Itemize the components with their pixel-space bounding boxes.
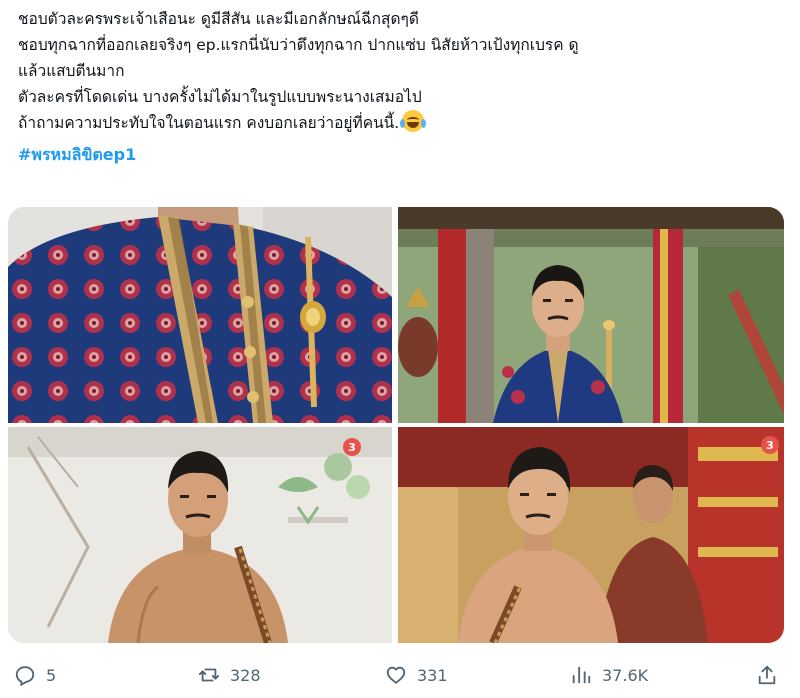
repost-button[interactable]: 328: [198, 661, 261, 689]
reply-icon: [15, 666, 35, 686]
hashtag-link[interactable]: #พรหมลิขิตep1: [18, 142, 788, 168]
tear-right-icon: [421, 119, 427, 128]
media-image-4[interactable]: 3: [398, 427, 784, 643]
shirtless-man-palace-image: 3: [398, 427, 784, 643]
views-button[interactable]: 37.6K: [570, 661, 648, 689]
tweet-text: ชอบตัวละครพระเจ้าเสือนะ ดูมีสีสัน และมีเ…: [18, 6, 788, 168]
tweet-line-1: ชอบตัวละครพระเจ้าเสือนะ ดูมีสีสัน และมีเ…: [18, 10, 419, 28]
shirtless-man-room-image: 3: [8, 427, 392, 643]
share-icon: [758, 665, 776, 685]
tweet: ชอบตัวละครพระเจ้าเสือนะ ดูมีสีสัน และมีเ…: [0, 0, 800, 698]
channel-3-logo: 3: [348, 441, 356, 454]
like-button[interactable]: 331: [385, 661, 448, 689]
channel-3-logo: 3: [766, 439, 774, 452]
tweet-actions: 5 328 331 37.6K: [0, 655, 800, 695]
media-image-3[interactable]: 3: [8, 427, 392, 643]
palanquin-scene-image: [398, 207, 784, 423]
tweet-line-3: แล้วแสบตีนมาก: [18, 62, 125, 80]
tweet-line-4: ตัวละครที่โดดเด่น บางครั้งไม่ได้มาในรูปแ…: [18, 88, 422, 106]
reply-button[interactable]: 5: [14, 661, 56, 689]
tweet-line-5: ถ้าถามความประทับใจในตอนแรก คงบอกเลยว่าอย…: [18, 110, 788, 136]
views-chart-icon: [572, 666, 591, 684]
media-grid: 3 3: [8, 207, 784, 643]
costume-closeup-image: [8, 207, 392, 423]
media-image-1[interactable]: [8, 207, 392, 423]
laughing-tears-emoji-icon: [400, 110, 427, 132]
heart-icon: [386, 666, 406, 684]
share-button[interactable]: [756, 661, 778, 689]
reply-count: 5: [46, 665, 57, 685]
tweet-line-2: ชอบทุกฉากที่ออกเลยจริงๆ ep.แรกนี่นับว่าต…: [18, 36, 579, 54]
like-count: 331: [417, 665, 448, 685]
tear-left-icon: [400, 119, 406, 128]
repost-count: 328: [230, 665, 261, 685]
tweet-line-5-text: ถ้าถามความประทับใจในตอนแรก คงบอกเลยว่าอย…: [18, 114, 400, 132]
views-count: 37.6K: [602, 665, 649, 685]
media-image-2[interactable]: [398, 207, 784, 423]
repost-icon: [198, 668, 220, 682]
